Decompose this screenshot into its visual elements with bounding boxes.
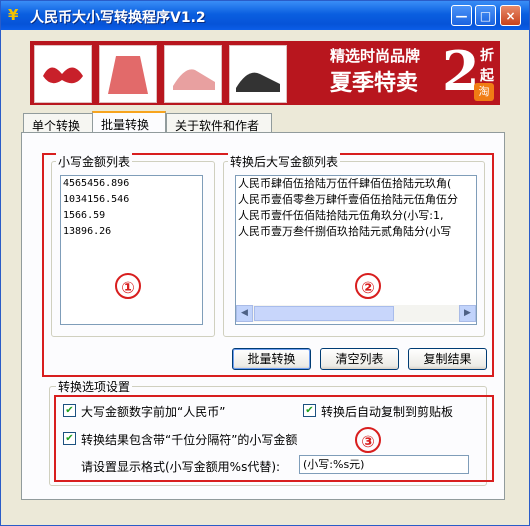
tab-about[interactable]: 关于软件和作者 [166, 113, 272, 133]
list-item[interactable]: 人民币肆佰伍拾陆万伍仟肆佰伍拾陆元玖角( [236, 176, 476, 192]
product-shoe-image [164, 45, 222, 103]
thousands-label: 转换结果包含带“千位分隔符”的小写金额 [81, 433, 298, 447]
list-item[interactable]: 1566.59 [61, 208, 202, 224]
list-item[interactable]: 人民币壹万叁仟捌佰玖拾陆元贰角陆分(小写 [236, 224, 476, 240]
list-item[interactable]: 人民币壹佰零叁万肆仟壹佰伍拾陆元伍角伍分 [236, 192, 476, 208]
product-bra-image [34, 45, 92, 103]
horizontal-scrollbar[interactable]: ◀ ▶ [236, 305, 476, 322]
window-title: 人民币大小写转换程序V1.2 [30, 10, 206, 26]
main-window: ¥ 人民币大小写转换程序V1.2 — □ × 精选时尚品牌 夏季特卖 2 折起 … [0, 0, 530, 526]
list-item[interactable]: 1034156.546 [61, 192, 202, 208]
list-item[interactable]: 人民币壹仟伍佰陆拾陆元伍角玖分(小写:1, [236, 208, 476, 224]
product-skirt-image [99, 45, 157, 103]
auto-copy-label: 转换后自动复制到剪贴板 [321, 405, 454, 419]
annotation-2: ② [355, 273, 381, 299]
scroll-right-icon[interactable]: ▶ [459, 305, 476, 322]
batch-convert-button[interactable]: 批量转换 [232, 348, 311, 370]
thousands-checkbox[interactable]: ✔ [63, 432, 76, 445]
product-sandal-image [229, 45, 287, 103]
maximize-button[interactable]: □ [475, 5, 496, 26]
scroll-thumb[interactable] [254, 306, 394, 321]
format-label: 请设置显示格式(小写金额用%s代替): [81, 460, 281, 474]
ad-banner[interactable]: 精选时尚品牌 夏季特卖 2 折起 淘 [30, 39, 500, 105]
annotation-1: ① [115, 273, 141, 299]
annotation-3: ③ [355, 427, 381, 453]
tab-single[interactable]: 单个转换 [23, 113, 93, 133]
options-group-label: 转换选项设置 [56, 378, 133, 395]
close-button[interactable]: × [500, 5, 521, 26]
minimize-button[interactable]: — [451, 5, 472, 26]
prefix-label: 大写金额数字前加“人民币” [81, 405, 226, 419]
clear-list-button[interactable]: 清空列表 [320, 348, 399, 370]
scroll-left-icon[interactable]: ◀ [236, 305, 253, 322]
banner-line2: 夏季特卖 [330, 71, 419, 96]
title-bar[interactable]: ¥ 人民币大小写转换程序V1.2 — □ × [1, 1, 529, 30]
list-item[interactable]: 13896.26 [61, 224, 202, 240]
banner-line1: 精选时尚品牌 [330, 47, 421, 65]
banner-suffix: 折起 [480, 48, 494, 84]
copy-result-button[interactable]: 复制结果 [408, 348, 487, 370]
yuan-icon: ¥ [8, 6, 19, 24]
uppercase-list[interactable]: 人民币肆佰伍拾陆万伍仟肆佰伍拾陆元玖角( 人民币壹佰零叁万肆仟壹佰伍拾陆元伍角伍… [235, 175, 477, 325]
auto-copy-checkbox[interactable]: ✔ [303, 404, 316, 417]
prefix-checkbox[interactable]: ✔ [63, 404, 76, 417]
taobao-icon: 淘 [474, 83, 494, 101]
list-item[interactable]: 4565456.896 [61, 176, 202, 192]
format-input[interactable]: (小写:%s元) [299, 455, 469, 474]
lowercase-list[interactable]: 4565456.896 1034156.546 1566.59 13896.26 [60, 175, 203, 325]
lowercase-group-label: 小写金额列表 [56, 153, 133, 170]
uppercase-group-label: 转换后大写金额列表 [228, 153, 341, 170]
